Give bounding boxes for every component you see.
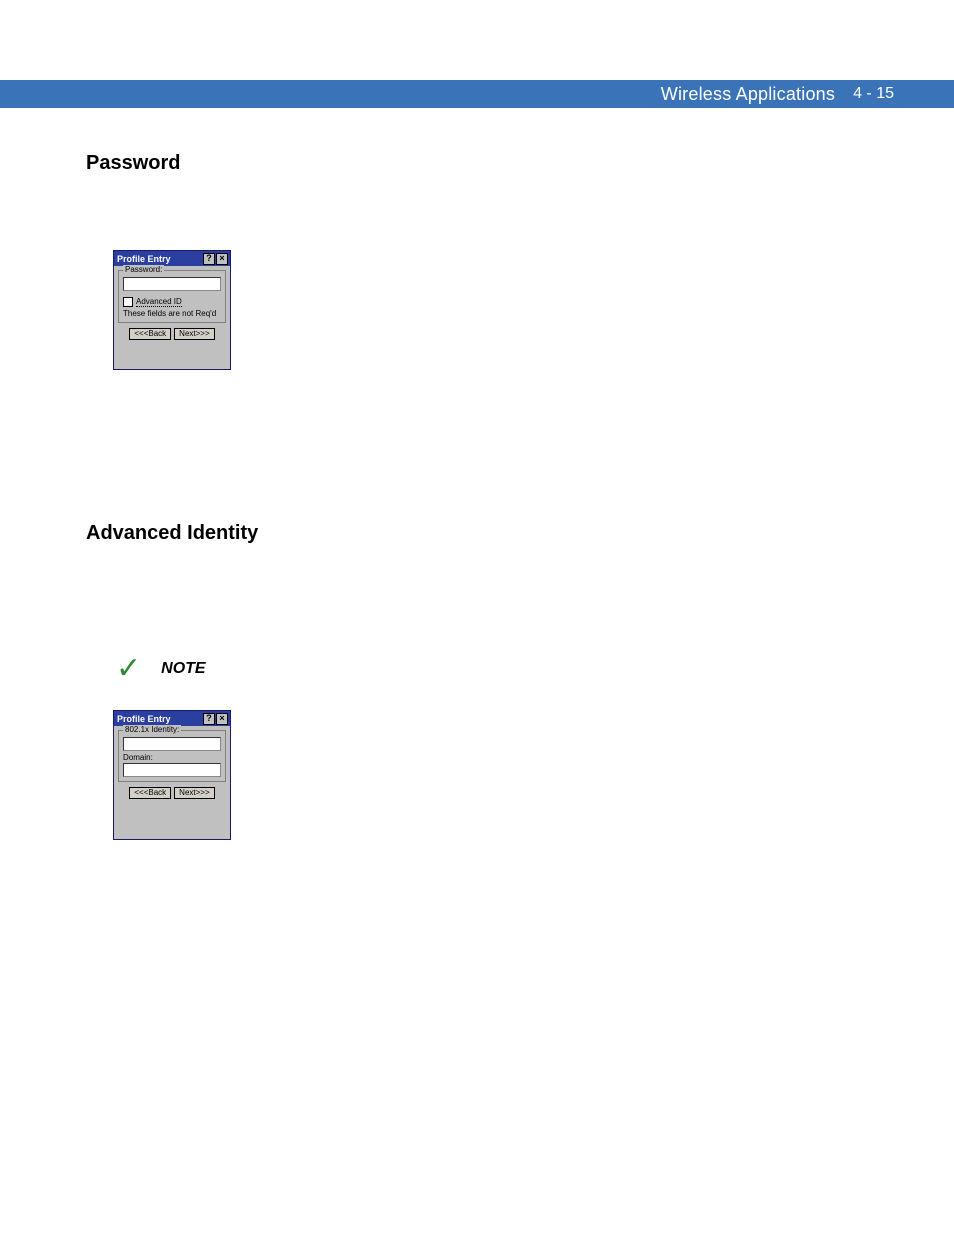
advanced-id-checkbox[interactable] xyxy=(123,297,133,307)
header-bar: Wireless Applications 4 - 15 xyxy=(0,80,954,108)
checkmark-icon: ✓ xyxy=(116,654,141,684)
dialog-advanced-identity: Profile Entry ? × 802.1x Identity: Domai… xyxy=(113,710,231,840)
note-label: NOTE xyxy=(161,660,205,678)
section-password-heading: Password xyxy=(86,152,180,175)
advanced-id-label: Advanced ID xyxy=(136,297,182,307)
identity-group-label: 802.1x Identity: xyxy=(123,725,181,734)
password-input[interactable] xyxy=(123,277,221,291)
next-button[interactable]: Next>>> xyxy=(174,328,214,340)
password-group-label: Password: xyxy=(123,265,164,274)
header-title: Wireless Applications xyxy=(661,84,835,105)
domain-label: Domain: xyxy=(123,753,221,762)
titlebar: Profile Entry ? × xyxy=(114,711,230,726)
fields-not-required-label: These fields are not Req'd xyxy=(123,309,221,318)
button-row: <<<Back Next>>> xyxy=(114,784,230,803)
back-button[interactable]: <<<Back xyxy=(129,328,171,340)
help-button[interactable]: ? xyxy=(203,253,215,265)
close-button[interactable]: × xyxy=(216,713,228,725)
button-row: <<<Back Next>>> xyxy=(114,325,230,344)
close-button[interactable]: × xyxy=(216,253,228,265)
header-pagenum: 4 - 15 xyxy=(853,85,894,103)
back-button[interactable]: <<<Back xyxy=(129,787,171,799)
dialog-password: Profile Entry ? × Password: Advanced ID … xyxy=(113,250,231,370)
help-button[interactable]: ? xyxy=(203,713,215,725)
next-button[interactable]: Next>>> xyxy=(174,787,214,799)
dialog-title: Profile Entry xyxy=(116,714,202,724)
domain-input[interactable] xyxy=(123,763,221,777)
identity-input[interactable] xyxy=(123,737,221,751)
password-group: Password: Advanced ID These fields are n… xyxy=(118,270,226,323)
identity-group: 802.1x Identity: Domain: xyxy=(118,730,226,782)
titlebar: Profile Entry ? × xyxy=(114,251,230,266)
dialog-title: Profile Entry xyxy=(116,254,202,264)
section-advanced-heading: Advanced Identity xyxy=(86,522,258,545)
note-block: ✓ NOTE xyxy=(116,654,206,684)
